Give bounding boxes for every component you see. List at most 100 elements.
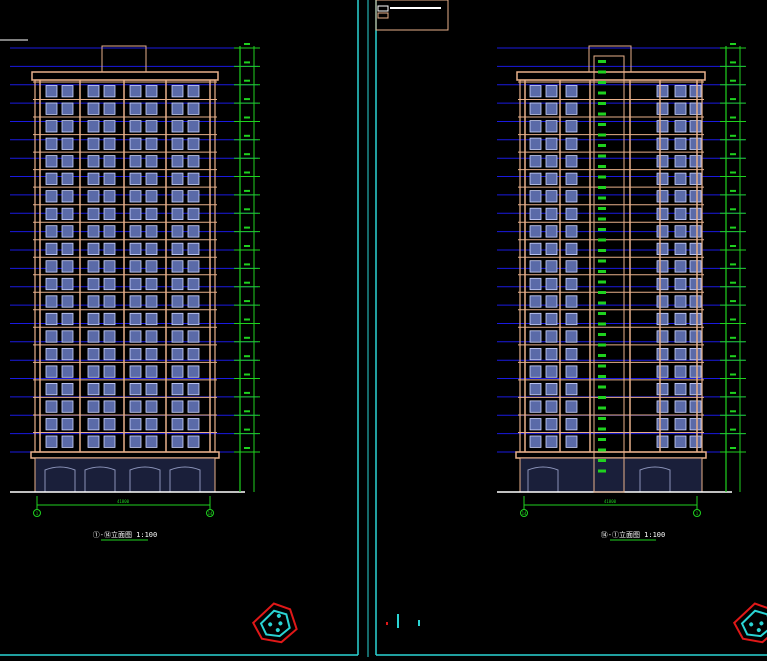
window xyxy=(674,260,687,273)
window xyxy=(674,330,687,343)
stair-landing-mark xyxy=(598,154,606,158)
window xyxy=(103,365,116,378)
window xyxy=(87,330,100,343)
window xyxy=(171,347,184,361)
elevation-mark xyxy=(730,263,736,266)
window xyxy=(689,225,702,238)
window xyxy=(87,102,100,115)
window xyxy=(529,102,542,115)
axis-bubble-right-a: 14 xyxy=(520,509,528,517)
elevation-mark xyxy=(244,171,250,174)
window xyxy=(171,207,184,220)
elevation-mark xyxy=(730,116,736,119)
window xyxy=(674,137,687,150)
window xyxy=(656,295,669,308)
window xyxy=(145,277,158,291)
window xyxy=(61,137,74,150)
window xyxy=(689,172,702,185)
stair-landing-mark xyxy=(598,385,606,389)
window xyxy=(145,347,158,361)
window xyxy=(61,295,74,308)
north-arrow-icon[interactable] xyxy=(730,598,767,650)
window xyxy=(674,155,687,168)
window xyxy=(103,347,116,361)
window xyxy=(171,137,184,150)
window xyxy=(145,102,158,115)
window xyxy=(129,260,142,273)
elevation-mark xyxy=(730,336,736,339)
window xyxy=(187,418,200,431)
window xyxy=(545,418,558,431)
window xyxy=(656,225,669,238)
window xyxy=(545,260,558,273)
elevation-caption-left: ①-⑭立面图 1:100 xyxy=(93,530,158,539)
elevation-mark xyxy=(244,447,250,449)
window xyxy=(61,347,74,361)
window xyxy=(656,312,669,326)
window xyxy=(529,365,542,378)
window xyxy=(45,400,58,413)
window xyxy=(45,172,58,185)
window xyxy=(689,207,702,220)
window xyxy=(187,102,200,115)
window xyxy=(171,155,184,168)
elevation-mark xyxy=(244,79,250,82)
window xyxy=(61,120,74,133)
stair-landing-mark xyxy=(598,102,606,105)
window xyxy=(187,225,200,238)
window xyxy=(656,207,669,220)
window xyxy=(565,435,578,448)
window xyxy=(129,400,142,413)
window xyxy=(45,85,58,98)
elevation-mark xyxy=(244,226,250,229)
compass-icon[interactable] xyxy=(249,598,302,650)
window xyxy=(656,260,669,273)
cad-drawing-canvas[interactable]: ①-⑭立面图 1:100 ⑭-①立面图 1:100 41800 41800 1 … xyxy=(0,0,767,657)
window xyxy=(545,102,558,115)
title-block[interactable] xyxy=(375,0,449,31)
window xyxy=(689,435,702,448)
window xyxy=(171,120,184,133)
elevation-mark xyxy=(244,134,250,137)
stair-landing-mark xyxy=(598,291,606,294)
window xyxy=(87,137,100,150)
window xyxy=(674,85,687,98)
marker-cyan-bar xyxy=(397,614,399,628)
window xyxy=(565,382,578,396)
window xyxy=(545,85,558,98)
stair-landing-mark xyxy=(598,207,606,210)
stair-landing-mark xyxy=(598,270,606,273)
window xyxy=(187,260,200,273)
stair-landing-mark xyxy=(598,259,606,263)
window xyxy=(103,172,116,185)
window xyxy=(674,172,687,185)
window xyxy=(171,242,184,255)
window xyxy=(145,382,158,396)
window xyxy=(545,400,558,413)
window xyxy=(145,85,158,98)
elevation-mark xyxy=(730,43,736,45)
window xyxy=(171,295,184,308)
podium xyxy=(519,457,703,493)
window xyxy=(103,382,116,396)
window xyxy=(529,277,542,291)
window xyxy=(103,225,116,238)
elevation-mark xyxy=(244,373,250,376)
svg-text:1: 1 xyxy=(36,511,39,516)
window xyxy=(529,242,542,255)
window xyxy=(674,365,687,378)
elevation-mark xyxy=(730,245,736,247)
window xyxy=(171,330,184,343)
window xyxy=(87,190,100,203)
window xyxy=(61,172,74,185)
window xyxy=(61,330,74,343)
window xyxy=(674,242,687,255)
window xyxy=(61,85,74,98)
window xyxy=(87,155,100,168)
window xyxy=(45,242,58,255)
window xyxy=(129,242,142,255)
window xyxy=(129,435,142,448)
window xyxy=(187,382,200,396)
window xyxy=(145,365,158,378)
stair-landing-mark xyxy=(598,228,606,231)
